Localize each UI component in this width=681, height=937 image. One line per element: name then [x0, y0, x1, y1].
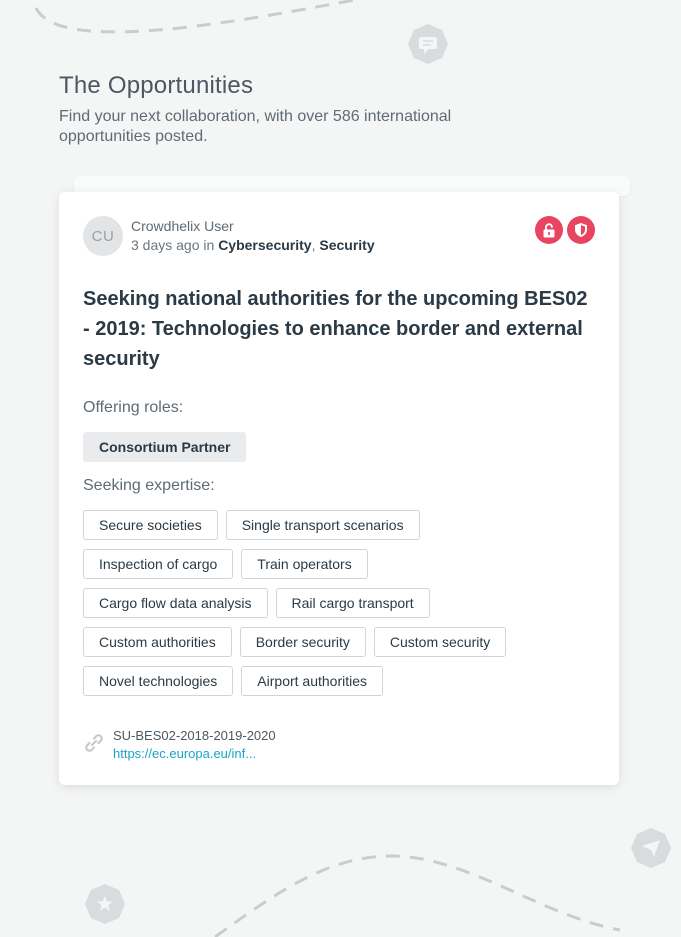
expertise-tag[interactable]: Train operators: [241, 549, 368, 579]
chat-icon: [408, 24, 448, 64]
expertise-tag[interactable]: Novel technologies: [83, 666, 234, 696]
expertise-tag[interactable]: Cargo flow data analysis: [83, 588, 268, 618]
shield-icon[interactable]: [567, 216, 595, 244]
expertise-tag[interactable]: Custom security: [373, 627, 507, 657]
call-reference-link[interactable]: https://ec.europa.eu/inf...: [113, 746, 256, 761]
expertise-tag[interactable]: Single transport scenarios: [225, 510, 420, 540]
expertise-tag[interactable]: Border security: [239, 627, 366, 657]
opportunity-card[interactable]: CU Crowdhelix User 3 days ago in Cyberse…: [59, 192, 619, 785]
unlock-icon[interactable]: [535, 216, 563, 244]
badges: [535, 216, 595, 244]
category-link-cybersecurity[interactable]: Cybersecurity: [218, 237, 311, 253]
expertise-tags: Secure societies Single transport scenar…: [83, 510, 603, 705]
role-chip[interactable]: Consortium Partner: [83, 432, 247, 462]
opportunity-title[interactable]: Seeking national authorities for the upc…: [83, 284, 595, 374]
posted-ago: 3 days ago in: [131, 237, 215, 253]
expertise-tag[interactable]: Custom authorities: [83, 627, 232, 657]
send-icon: [631, 828, 671, 868]
star-badge-icon: [85, 884, 125, 924]
page-subtitle: Find your next collaboration, with over …: [59, 108, 452, 145]
page-title: The Opportunities: [59, 72, 254, 99]
avatar[interactable]: CU: [83, 216, 123, 256]
author-name[interactable]: Crowdhelix User: [131, 217, 375, 236]
expertise-tag[interactable]: Airport authorities: [241, 666, 384, 696]
expertise-tag[interactable]: Secure societies: [83, 510, 218, 540]
reference: SU-BES02-2018-2019-2020 https://ec.europ…: [83, 727, 276, 763]
roles-list: Consortium Partner: [83, 432, 247, 462]
seeking-expertise-label: Seeking expertise:: [83, 477, 215, 494]
expertise-tag[interactable]: Rail cargo transport: [275, 588, 430, 618]
offering-roles-label: Offering roles:: [83, 399, 184, 416]
expertise-tag[interactable]: Inspection of cargo: [83, 549, 234, 579]
category-link-security[interactable]: Security: [319, 237, 374, 253]
call-reference-code: SU-BES02-2018-2019-2020: [113, 728, 276, 743]
posted-info: 3 days ago in Cybersecurity, Security: [131, 237, 375, 253]
link-icon: [83, 732, 105, 759]
author-row: CU Crowdhelix User 3 days ago in Cyberse…: [83, 216, 375, 256]
page-header: The Opportunities Find your next collabo…: [59, 72, 529, 147]
